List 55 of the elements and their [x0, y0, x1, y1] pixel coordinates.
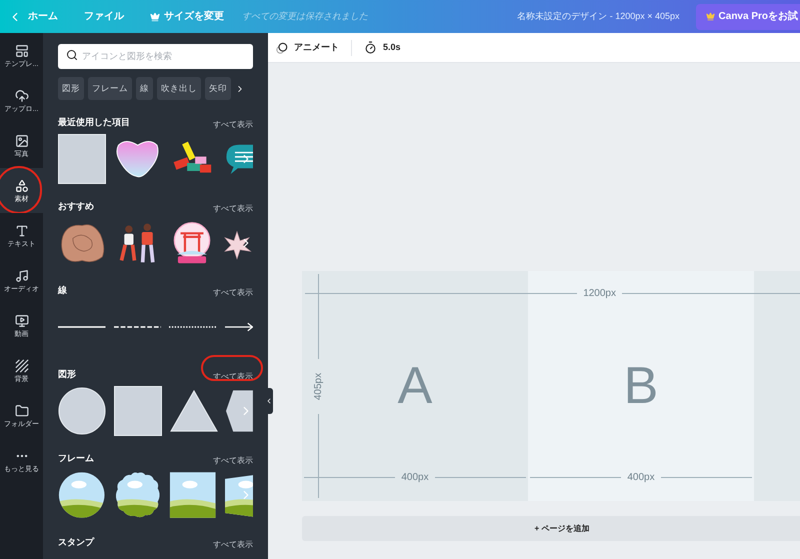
scalloped-frame: [114, 470, 161, 520]
image-icon: [14, 134, 28, 148]
hexagon-shape[interactable]: [226, 388, 253, 434]
pro-trial-button[interactable]: Canva Proをお試: [696, 4, 800, 30]
see-all-link[interactable]: すべて表示: [213, 120, 253, 129]
section-title: スタンプ: [58, 536, 94, 550]
column-letter: A: [398, 360, 432, 412]
circle-shape[interactable]: [58, 386, 106, 436]
filter-chip[interactable]: 図形: [58, 77, 84, 100]
music-note-icon: [14, 268, 28, 282]
search-icon: [66, 49, 78, 61]
column-letter: B: [624, 360, 658, 412]
section-title: おすすめ: [58, 200, 94, 214]
crown-icon: [150, 12, 160, 22]
timer-icon: [364, 41, 377, 54]
filter-chip[interactable]: 吹き出し: [157, 77, 201, 100]
animate-button[interactable]: アニメート: [276, 40, 339, 54]
crown-icon: [706, 12, 715, 21]
video-icon: [14, 314, 28, 328]
filter-chip[interactable]: 線: [136, 77, 153, 100]
animate-icon: [276, 42, 288, 54]
filter-chip[interactable]: フレーム: [88, 77, 132, 100]
square-frame: [169, 470, 216, 520]
search-field[interactable]: アイコンと図形を検索: [58, 44, 253, 68]
see-all-link[interactable]: すべて表示: [213, 540, 253, 549]
dotted-line-drawing[interactable]: [169, 325, 216, 329]
stripes-icon: [14, 358, 28, 372]
see-all-link[interactable]: すべて表示: [213, 456, 253, 465]
folder-icon: [14, 404, 28, 418]
dimension-label: 400px: [627, 471, 655, 485]
duration-button[interactable]: 5.0s: [364, 40, 401, 54]
section-title: 線: [58, 284, 67, 298]
section-title: 最近使用した項目: [58, 116, 130, 130]
template-icon: [14, 44, 28, 58]
add-page-button[interactable]: + ページを追加: [302, 516, 800, 541]
dashed-line-drawing[interactable]: [114, 325, 161, 329]
dimension-label: 400px: [401, 471, 429, 485]
section-title: 図形: [58, 368, 76, 382]
see-all-link[interactable]: すべて表示: [213, 204, 253, 213]
arrow-line-drawing[interactable]: [224, 322, 253, 332]
solid-line-drawing[interactable]: [58, 325, 106, 329]
shapes-icon: [14, 178, 28, 192]
save-status: すべての変更は保存されました: [242, 10, 368, 23]
dimension-label: 405px: [312, 372, 325, 400]
design-title: 名称未設定のデザイン - 1200px × 405px: [517, 10, 680, 23]
section-title: フレーム: [58, 452, 94, 466]
filter-chip[interactable]: 矢印: [205, 77, 231, 100]
dimension-label: 1200px: [583, 287, 616, 301]
triangle-shape[interactable]: [170, 389, 218, 433]
square-thumbnail[interactable]: [58, 134, 106, 184]
chevron-left-icon: [265, 397, 273, 405]
collapse-handle[interactable]: [265, 388, 273, 414]
text-icon: [14, 224, 28, 238]
cloud-upload-icon: [14, 88, 28, 102]
see-all-link[interactable]: すべて表示: [213, 288, 253, 297]
